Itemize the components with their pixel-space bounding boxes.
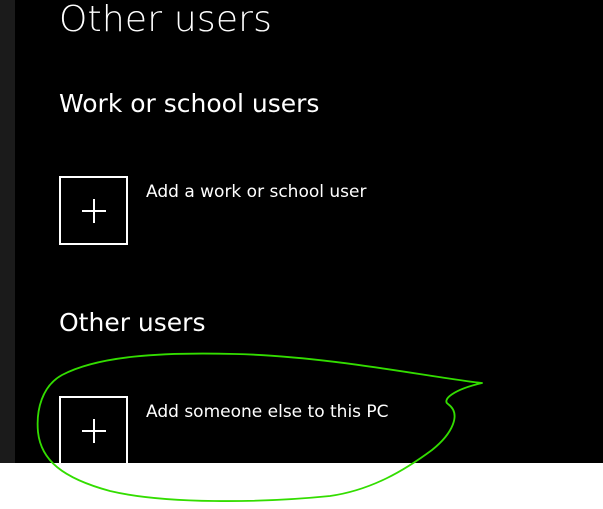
add-someone-else-tile[interactable] <box>59 396 128 463</box>
add-work-school-user-button[interactable]: Add a work or school user <box>59 176 479 246</box>
page-title: Other users <box>59 0 273 40</box>
add-someone-else-label[interactable]: Add someone else to this PC <box>146 401 389 423</box>
other-users-heading: Other users <box>59 308 206 337</box>
sidebar-edge <box>0 0 15 463</box>
add-work-school-user-tile[interactable] <box>59 176 128 245</box>
add-work-school-user-label[interactable]: Add a work or school user <box>146 181 366 203</box>
add-someone-else-button[interactable]: Add someone else to this PC <box>59 396 479 463</box>
work-school-users-heading: Work or school users <box>59 89 320 118</box>
plus-icon <box>81 418 106 443</box>
settings-panel: Other users Work or school users Add a w… <box>0 0 603 463</box>
plus-icon <box>81 198 106 223</box>
